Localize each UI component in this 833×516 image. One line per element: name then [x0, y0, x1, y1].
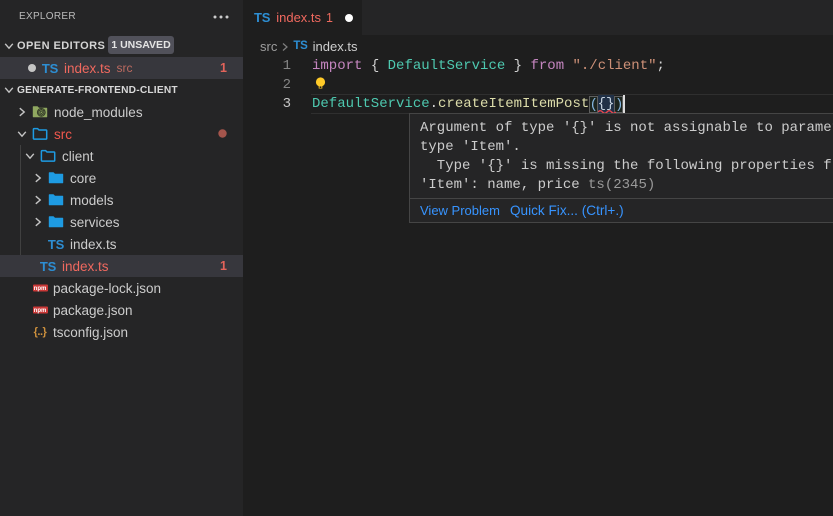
- svg-text:npm: npm: [34, 308, 47, 314]
- svg-text:npm: npm: [34, 286, 47, 292]
